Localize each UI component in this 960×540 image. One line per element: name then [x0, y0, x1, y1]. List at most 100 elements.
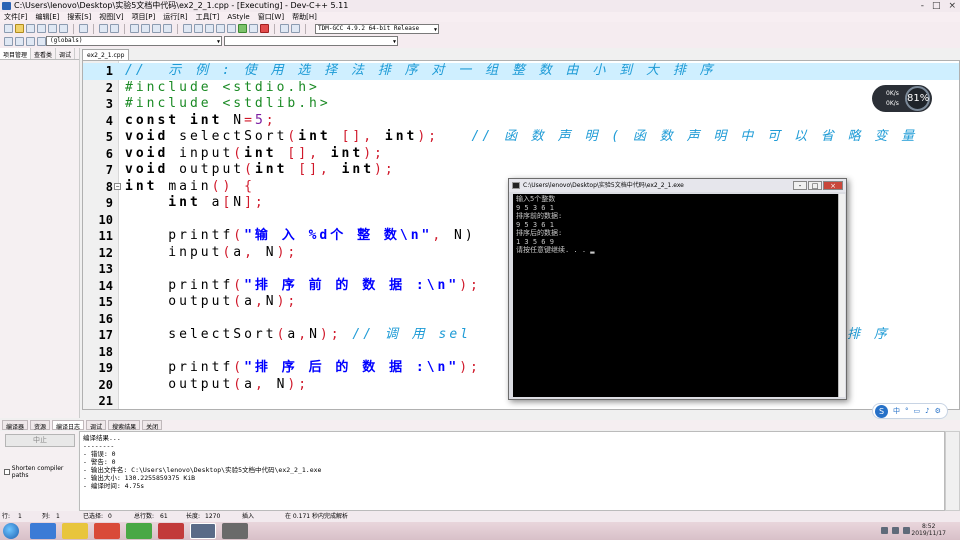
indent-icon[interactable] [183, 24, 192, 33]
menu-file[interactable]: 文件[F] [0, 12, 32, 22]
save-all-icon[interactable] [37, 24, 46, 33]
code-text: void output(int [], int); [125, 162, 396, 179]
taskbar-app-console-icon[interactable] [222, 523, 248, 539]
compile-icon[interactable] [227, 24, 236, 33]
project-options-icon[interactable] [15, 37, 24, 46]
bookmark-icon[interactable] [216, 24, 225, 33]
unindent-icon[interactable] [194, 24, 203, 33]
ime-settings-icon[interactable]: ⚙ [935, 407, 941, 415]
ime-mic-icon[interactable]: ♪ [925, 407, 929, 415]
compiler-select[interactable]: TDM-GCC 4.9.2 64-bit Release ▼ [315, 23, 439, 34]
new-project-icon[interactable] [4, 37, 13, 46]
ime-punctuation-icon[interactable]: ° [905, 407, 909, 415]
goto-line-icon[interactable] [163, 24, 172, 33]
ime-toolbar[interactable]: S 中 ° ▭ ♪ ⚙ [872, 403, 948, 419]
taskbar-app-music-icon[interactable] [158, 523, 184, 539]
taskbar-app-green-icon[interactable] [126, 523, 152, 539]
stop-icon[interactable] [260, 24, 269, 33]
menu-view[interactable]: 视图[V] [95, 12, 127, 22]
console-title-bar[interactable]: C:\Users\lenovo\Desktop\实验5文档中代码\ex2_2_1… [509, 179, 846, 192]
menu-project[interactable]: 项目[P] [128, 12, 160, 22]
scope-select[interactable]: (globals) ▼ [46, 36, 222, 46]
taskbar-app-devcpp-icon[interactable] [190, 523, 216, 539]
tab-editor-file[interactable]: ex2_2_1.cpp [82, 49, 130, 60]
undo-icon[interactable] [99, 24, 108, 33]
compile-log-scrollbar[interactable] [945, 431, 960, 511]
code-line[interactable]: 1 // 示 例 : 使 用 选 择 法 排 序 对 一 组 整 数 由 小 到 … [83, 63, 959, 80]
function-select[interactable]: ▼ [224, 36, 398, 46]
abort-button[interactable]: 中止 [5, 434, 75, 447]
tab-resources[interactable]: 资源 [30, 420, 51, 431]
add-to-project-icon[interactable] [26, 37, 35, 46]
close-button[interactable]: × [948, 0, 956, 12]
code-token: int [330, 145, 364, 161]
tray-network-icon[interactable] [881, 527, 888, 534]
maximize-button[interactable]: □ [932, 0, 941, 12]
tray-volume-icon[interactable] [892, 527, 899, 534]
print-icon[interactable] [79, 24, 88, 33]
menu-search[interactable]: 搜索[S] [63, 12, 95, 22]
tab-close[interactable]: 关闭 [142, 420, 163, 431]
close-all-icon[interactable] [59, 24, 68, 33]
open-folder-icon[interactable] [15, 24, 24, 33]
minimize-button[interactable]: - [921, 0, 924, 12]
compile-run-icon[interactable] [249, 24, 258, 33]
code-token: , [432, 228, 455, 243]
fold-toggle-icon[interactable]: − [114, 182, 121, 190]
profile-icon[interactable] [291, 24, 300, 33]
menu-help[interactable]: 帮助[H] [288, 12, 321, 22]
code-token: "排 序 前 的 数 据 :\n" [244, 277, 460, 293]
ime-keyboard-icon[interactable]: ▭ [914, 407, 921, 415]
save-icon[interactable] [26, 24, 35, 33]
windows-taskbar: 8:52 2019/11/17 [0, 522, 960, 540]
code-line[interactable]: 7 void output(int [], int); [83, 162, 959, 179]
tab-compile-log[interactable]: 编译日志 [52, 420, 85, 431]
menu-window[interactable]: 窗口[W] [254, 12, 288, 22]
shorten-paths-checkbox[interactable] [4, 469, 10, 475]
remove-from-project-icon[interactable] [37, 37, 46, 46]
console-maximize-button[interactable]: □ [808, 181, 822, 190]
tab-search-results[interactable]: 搜索结果 [108, 420, 141, 431]
tray-ime-icon[interactable] [903, 527, 910, 534]
code-line[interactable]: 2 #include <stdio.h> [83, 80, 959, 97]
shorten-paths-option[interactable]: Shorten compiler paths [4, 465, 78, 479]
code-line[interactable]: 3 #include <stdlib.h> [83, 96, 959, 113]
replace-icon[interactable] [141, 24, 150, 33]
console-window[interactable]: C:\Users\lenovo\Desktop\实验5文档中代码\ex2_2_1… [508, 178, 847, 400]
find-icon[interactable] [130, 24, 139, 33]
console-minimize-button[interactable]: - [793, 181, 807, 190]
tab-debug-output[interactable]: 调试 [86, 420, 107, 431]
tab-debug[interactable]: 调试 [56, 48, 76, 59]
project-panel-tabs: 项目管理 查看类 调试 [0, 48, 79, 60]
taskbar-app-explorer-icon[interactable] [62, 523, 88, 539]
tab-project-manager[interactable]: 项目管理 [0, 48, 32, 59]
network-meter-widget[interactable]: 0K/s 0K/s 81% [872, 85, 932, 112]
code-line[interactable]: 5 void selectSort(int [], int); // 函 数 声 … [83, 129, 959, 146]
close-file-icon[interactable] [48, 24, 57, 33]
console-scrollbar[interactable] [838, 194, 845, 397]
console-close-button[interactable]: × [823, 181, 843, 190]
new-file-icon[interactable] [4, 24, 13, 33]
menu-run[interactable]: 运行[R] [159, 12, 191, 22]
code-token: void [125, 145, 180, 161]
find-next-icon[interactable] [152, 24, 161, 33]
chart-icon[interactable] [280, 24, 289, 33]
redo-icon[interactable] [110, 24, 119, 33]
code-token: N [233, 195, 245, 210]
run-icon[interactable] [238, 24, 247, 33]
menu-edit[interactable]: 编辑[E] [32, 12, 64, 22]
tab-class-browser[interactable]: 查看类 [31, 48, 57, 59]
code-line[interactable]: 6 void input(int [], int); [83, 146, 959, 163]
menu-tools[interactable]: 工具[T] [192, 12, 224, 22]
menu-astyle[interactable]: AStyle [223, 12, 253, 22]
tab-compiler[interactable]: 编译器 [2, 420, 29, 431]
status-row-value: 1 [18, 513, 22, 520]
taskbar-app-browser-icon[interactable] [30, 523, 56, 539]
toggle-comment-icon[interactable] [205, 24, 214, 33]
clock[interactable]: 8:52 2019/11/17 [911, 523, 946, 537]
taskbar-app-media-icon[interactable] [94, 523, 120, 539]
code-line[interactable]: 4 const int N=5; [83, 113, 959, 130]
code-text: printf("排 序 后 的 数 据 :\n"); [125, 360, 481, 377]
start-button-icon[interactable] [3, 523, 19, 539]
ime-mode-label[interactable]: 中 [893, 406, 900, 416]
